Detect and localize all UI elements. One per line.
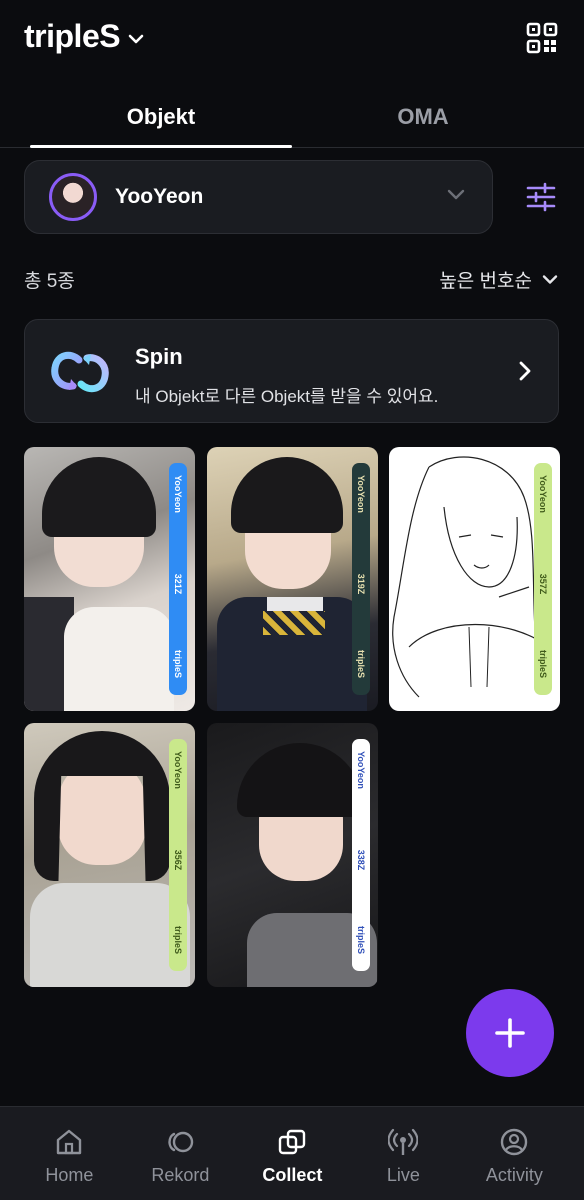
objekt-info-band: YooYeon 338Z tripleS [352,739,370,971]
objekt-info-band: YooYeon 356Z tripleS [169,739,187,971]
sort-dropdown[interactable]: 높은 번호순 [439,266,558,293]
objekt-member: YooYeon [538,475,548,513]
qr-code-icon[interactable] [526,22,558,54]
objekt-serial: 356Z [173,849,183,871]
objekt-serial: 357Z [538,573,548,595]
add-button[interactable] [466,989,554,1077]
objekt-group: tripleS [538,649,548,679]
nav-label: Collect [262,1165,323,1185]
objekt-member: YooYeon [356,475,366,513]
nav-activity[interactable]: Activity [456,1107,573,1200]
group-switcher[interactable]: tripleS [24,18,144,55]
nav-label: Activity [485,1165,543,1185]
avatar [49,173,97,221]
nav-live[interactable]: Live [345,1107,462,1200]
objekt-serial: 321Z [173,573,183,595]
active-tab-indicator [30,145,292,148]
live-icon [388,1128,419,1155]
chevron-down-icon [447,189,465,200]
objekt-member: YooYeon [173,751,183,789]
objekt-serial: 338Z [356,849,366,871]
objekt-count: 총 5종 [24,271,75,292]
objekt-group: tripleS [356,649,366,679]
chevron-right-icon [519,361,531,381]
objekt-member: YooYeon [173,475,183,513]
objekt-card[interactable]: YooYeon 356Z tripleS [24,723,195,987]
member-name: YooYeon [115,185,204,208]
chevron-down-icon [128,34,144,43]
nav-label: Home [45,1165,94,1185]
nav-label: Live [386,1165,420,1185]
tab-oma[interactable]: OMA [292,86,554,148]
filter-icon[interactable] [526,182,556,212]
nav-collect[interactable]: Collect [234,1107,351,1200]
objekt-group: tripleS [356,925,366,955]
objekt-serial: 319Z [356,573,366,595]
objekt-info-band: YooYeon 319Z tripleS [352,463,370,695]
spin-description: 내 Objekt로 다른 Objekt를 받을 수 있어요. [135,387,439,406]
spin-banner[interactable]: Spin 내 Objekt로 다른 Objekt를 받을 수 있어요. [24,319,559,423]
nav-rekord[interactable]: Rekord [122,1107,239,1200]
spin-icon [51,351,109,393]
objekt-card[interactable]: YooYeon 338Z tripleS [207,723,378,987]
chevron-down-icon [542,275,558,284]
objekt-info-band: YooYeon 321Z tripleS [169,463,187,695]
member-selector[interactable]: YooYeon [24,160,493,234]
app-title: tripleS [24,18,121,54]
sort-label: 높은 번호순 [439,271,532,292]
objekt-group: tripleS [173,925,183,955]
app-header: tripleS [0,0,584,82]
collect-icon [279,1129,306,1155]
rekord-icon [168,1131,194,1153]
objekt-member: YooYeon [356,751,366,789]
tab-bar: Objekt OMA [0,86,584,148]
objekt-card[interactable]: YooYeon 319Z tripleS [207,447,378,711]
nav-label: Rekord [151,1165,210,1185]
nav-home[interactable]: Home [11,1107,128,1200]
objekt-card[interactable]: YooYeon 321Z tripleS [24,447,195,711]
bottom-nav: Home Rekord Collect Live Activity [0,1106,584,1200]
home-icon [57,1129,82,1155]
spin-title: Spin [135,344,183,369]
objekt-info-band: YooYeon 357Z tripleS [534,463,552,695]
objekt-card[interactable]: YooYeon 357Z tripleS [389,447,560,711]
objekt-group: tripleS [173,649,183,679]
tab-objekt[interactable]: Objekt [30,86,292,148]
plus-icon [495,1018,525,1048]
activity-icon [501,1128,528,1156]
